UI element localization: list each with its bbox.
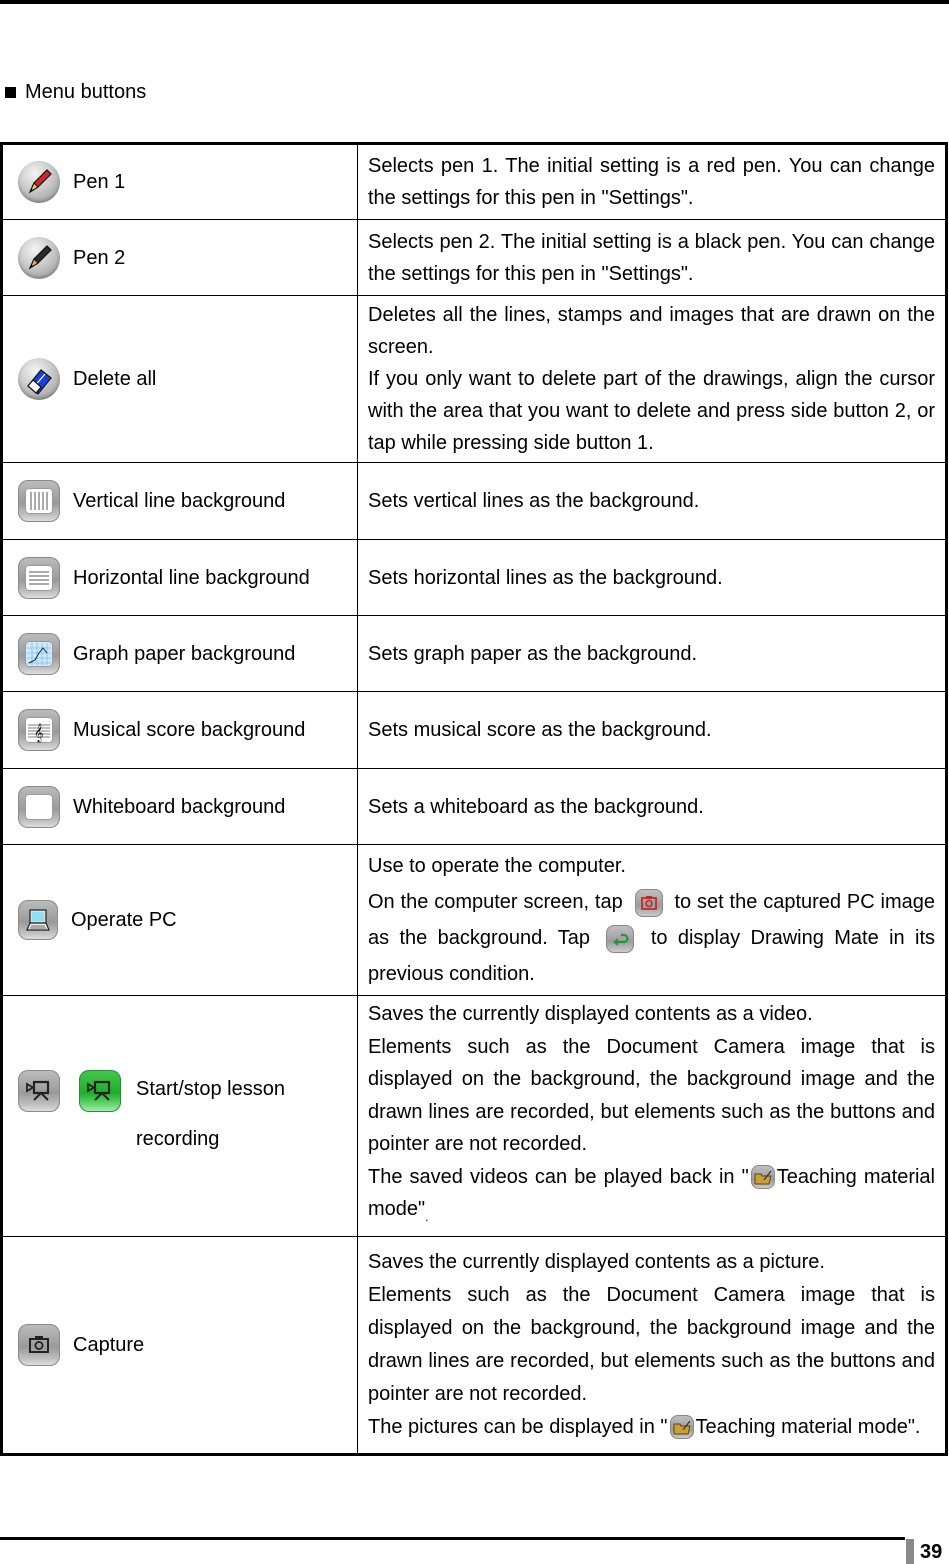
table-row: Capture Saves the currently displayed co… [1,1235,947,1455]
button-name-cell: Horizontal line background [1,539,358,616]
table-row: Horizontal line background Sets horizont… [1,539,947,616]
button-description: Sets musical score as the background. [357,691,947,769]
button-description: Selects pen 1. The initial setting is a … [357,143,947,220]
description-text: Sets horizontal lines as the background. [368,566,723,589]
video-camera-recording-icon [79,1069,121,1112]
button-name-cell: Operate PC [1,844,358,996]
footer-rule [0,1537,905,1540]
description-text: Use to operate the computer. [368,855,626,877]
table-row: Pen 1 Selects pen 1. The initial setting… [1,143,947,220]
button-label: Start/stop lesson recording [136,1064,285,1164]
vertical-lines-icon [18,480,60,522]
description-text: If you only want to delete part of the d… [368,368,935,454]
whiteboard-icon [18,785,60,828]
table-row: Delete all Deletes all the lines, stamps… [1,295,947,463]
table-row: 𝄞 Musical score background Sets musical … [1,691,947,769]
description-text: Saves the currently displayed contents a… [368,1250,825,1273]
button-label: Capture [73,1333,145,1356]
label-line: Start/stop lesson [136,1077,285,1100]
section-title: Menu buttons [25,81,147,103]
button-name-cell: Capture [1,1235,358,1455]
button-label: Vertical line background [73,490,286,512]
description-text: Elements such as the Document Camera ima… [368,1283,935,1405]
description-text: Saves the currently displayed contents a… [368,1003,813,1025]
button-name-cell: Vertical line background [1,462,358,540]
return-arrow-icon [606,924,635,953]
page-marker [906,1539,914,1564]
button-description: Deletes all the lines, stamps and images… [357,295,947,463]
horizontal-lines-icon [18,556,60,599]
teaching-material-folder-icon [750,1165,775,1190]
video-camera-icon [18,1069,60,1112]
camera-capture-icon [634,888,663,917]
square-bullet-icon [5,86,16,98]
section-heading: Menu buttons [5,80,146,104]
description-text: Selects pen 1. The initial setting is a … [368,155,935,209]
button-label: Pen 1 [73,171,126,193]
description-text: Deletes all the lines, stamps and images… [368,304,935,358]
description-text: The pictures can be displayed in " Teach… [368,1411,935,1444]
description-text: Sets a whiteboard as the background. [368,795,704,818]
description-text: On the computer screen, tap to set the c… [368,884,935,992]
button-description: Sets horizontal lines as the background. [357,539,947,616]
black-pencil-icon [18,236,60,279]
description-fragment: The pictures can be displayed in " [368,1415,668,1438]
description-text: The saved videos can be played back in "… [368,1161,935,1234]
page-number: 39 [920,1541,943,1563]
button-name-cell: Pen 1 [1,143,358,220]
description-fragment: On the computer screen, tap [368,891,623,913]
graph-paper-icon [18,632,60,675]
laptop-icon [18,900,58,940]
description-fragment: Teaching material mode". [695,1415,921,1438]
button-description: Sets a whiteboard as the background. [357,768,947,845]
button-name-cell: 𝄞 Musical score background [1,691,358,769]
button-label: Delete all [73,368,157,390]
eraser-icon [18,358,60,400]
button-name-cell: Delete all [1,295,358,463]
button-description: Selects pen 2. The initial setting is a … [357,219,947,296]
table-row: Pen 2 Selects pen 2. The initial setting… [1,219,947,296]
description-fragment: . [425,1210,429,1224]
button-description: Saves the currently displayed contents a… [357,995,947,1237]
description-text: Sets musical score as the background. [368,719,712,741]
teaching-material-folder-icon [669,1415,694,1440]
red-pencil-icon [18,161,60,203]
svg-text:𝄞: 𝄞 [34,723,43,743]
button-description: Sets vertical lines as the background. [357,462,947,540]
table-row: Start/stop lesson recording Saves the cu… [1,995,947,1237]
button-label: Operate PC [71,909,177,931]
button-label: Pen 2 [73,246,126,269]
top-rule [0,0,949,4]
table-row: Whiteboard background Sets a whiteboard … [1,768,947,845]
button-description: Use to operate the computer. On the comp… [357,844,947,996]
button-name-cell: Whiteboard background [1,768,358,845]
description-text: Elements such as the Document Camera ima… [368,1035,935,1156]
button-label: Horizontal line background [73,566,310,589]
musical-score-icon: 𝄞 [18,709,60,751]
button-description: Sets graph paper as the background. [357,615,947,692]
description-text: Sets vertical lines as the background. [368,490,700,512]
camera-icon [18,1323,60,1366]
description-text: Selects pen 2. The initial setting is a … [368,230,935,285]
menu-buttons-table: Pen 1 Selects pen 1. The initial setting… [0,142,948,1456]
description-text: Sets graph paper as the background. [368,642,698,665]
button-name-cell: Start/stop lesson recording [1,995,358,1237]
button-name-cell: Graph paper background [1,615,358,692]
table-row: Operate PC Use to operate the computer. … [1,844,947,996]
label-line: recording [136,1127,220,1150]
button-label: Whiteboard background [73,795,286,818]
button-label: Graph paper background [73,642,296,665]
button-name-cell: Pen 2 [1,219,358,296]
description-fragment: The saved videos can be played back in " [368,1165,749,1188]
table-row: Vertical line background Sets vertical l… [1,462,947,540]
button-label: Musical score background [73,719,306,741]
button-description: Saves the currently displayed contents a… [357,1235,947,1455]
table-row: Graph paper background Sets graph paper … [1,615,947,692]
